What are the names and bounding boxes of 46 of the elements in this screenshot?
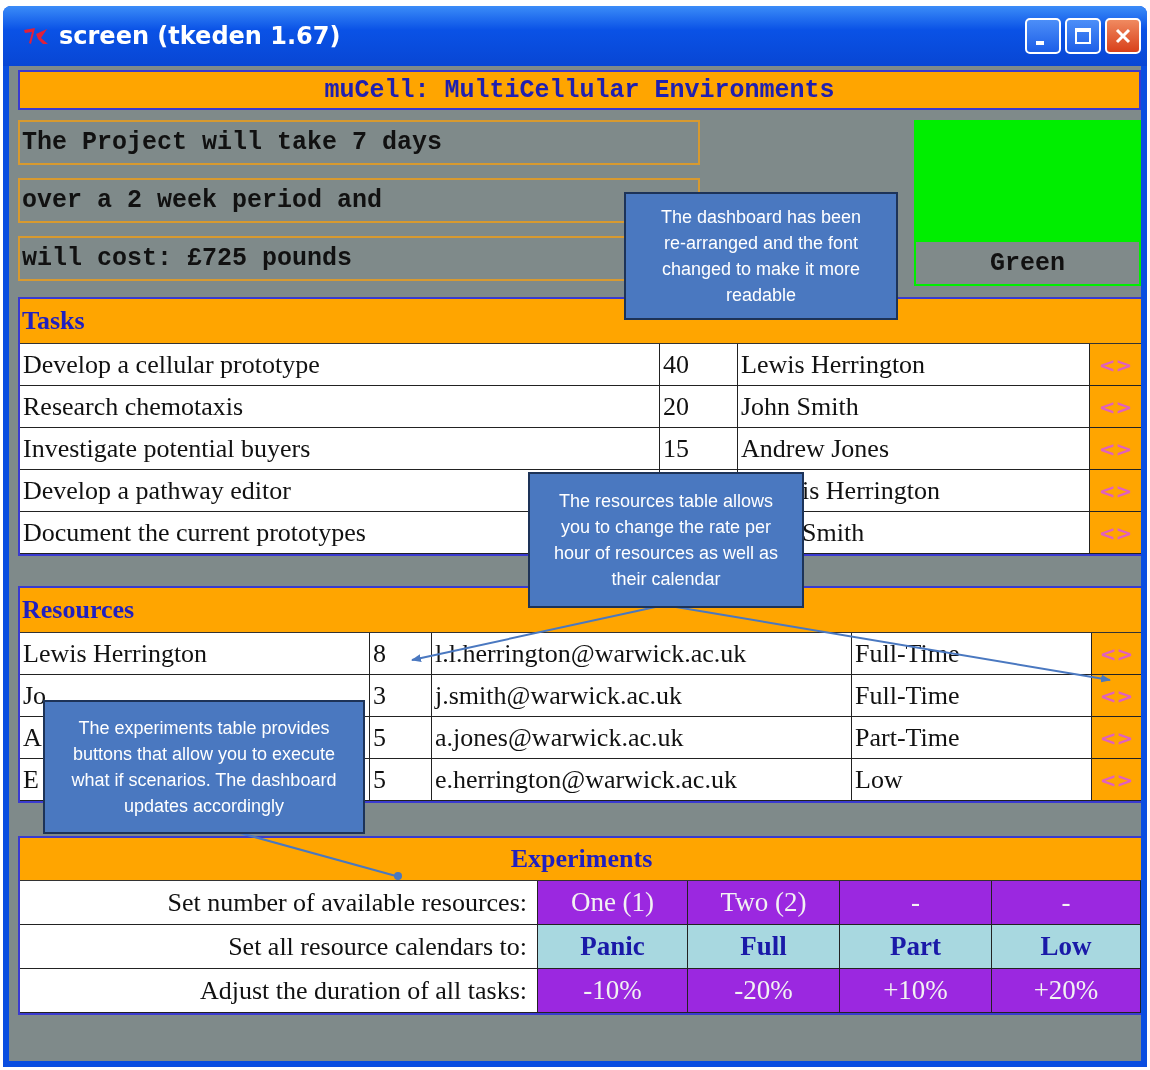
section-header: Experiments	[20, 838, 1141, 881]
table-cell: Andrew Jones	[738, 428, 1090, 470]
table-cell: 5	[370, 759, 432, 801]
table-cell: 5	[370, 717, 432, 759]
experiment-button[interactable]: +10%	[840, 969, 992, 1013]
table-cell: John Smith	[738, 386, 1090, 428]
table-cell: 8	[370, 633, 432, 675]
experiment-button[interactable]: One (1)	[538, 881, 688, 925]
table-cell: Set all resource calendars to:	[20, 925, 538, 969]
experiment-button[interactable]: Full	[688, 925, 840, 969]
experiment-button[interactable]: -20%	[688, 969, 840, 1013]
table-cell: Research chemotaxis	[20, 386, 660, 428]
table-cell: 15	[660, 428, 738, 470]
experiment-button[interactable]: Low	[992, 925, 1141, 969]
maximize-icon	[1074, 27, 1092, 45]
window-title: screen (tkeden 1.67)	[59, 22, 342, 50]
experiment-button[interactable]: -10%	[538, 969, 688, 1013]
app-header: muCell: MultiCellular Environments	[18, 70, 1141, 110]
table-cell: Lewis Herrington	[738, 344, 1090, 386]
experiment-button[interactable]: -	[840, 881, 992, 925]
experiment-button[interactable]: Part	[840, 925, 992, 969]
table-cell: Adjust the duration of all tasks:	[20, 969, 538, 1013]
experiment-button[interactable]: Panic	[538, 925, 688, 969]
callout-note: The resources table allows you to change the rate per hour of resources as well as their calendar	[528, 472, 804, 608]
experiment-button[interactable]: +20%	[992, 969, 1141, 1013]
experiment-button[interactable]: -	[992, 881, 1141, 925]
maximize-button[interactable]	[1065, 18, 1101, 54]
table-cell: e.herrington@warwick.ac.uk	[432, 759, 852, 801]
callout-note: The experiments table provides buttons that allow you to execute what if scenarios. The dashboard updates accordingly	[43, 700, 365, 834]
minimize-button[interactable]	[1025, 18, 1061, 54]
table-cell: Set number of available resources:	[20, 881, 538, 925]
table-cell: 20	[660, 386, 738, 428]
close-button[interactable]	[1105, 18, 1141, 54]
close-icon	[1114, 27, 1132, 45]
table-cell: Develop a cellular prototype	[20, 344, 660, 386]
table-cell: j.smith@warwick.ac.uk	[432, 675, 852, 717]
table-cell: Lewis Herrington	[20, 633, 370, 675]
table-cell: l.l.herrington@warwick.ac.uk	[432, 633, 852, 675]
callout-note: The dashboard has been re-arranged and the font changed to make it more readable	[624, 192, 898, 320]
table-cell: 3	[370, 675, 432, 717]
table-cell: Investigate potential buyers	[20, 428, 660, 470]
table-cell: 40	[660, 344, 738, 386]
feather-icon	[23, 26, 49, 46]
table-cell: a.jones@warwick.ac.uk	[432, 717, 852, 759]
experiment-button[interactable]: Two (2)	[688, 881, 840, 925]
minimize-icon	[1036, 41, 1044, 45]
